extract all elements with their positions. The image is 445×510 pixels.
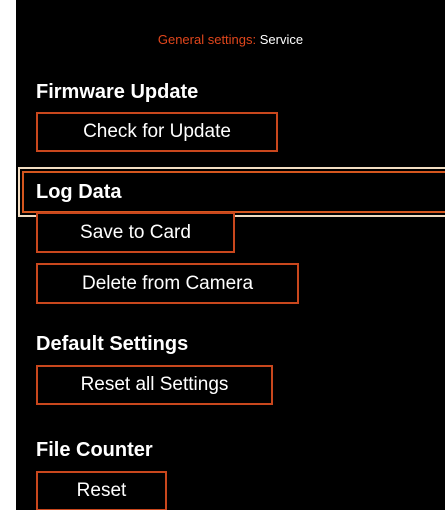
file-counter-heading: File Counter: [36, 439, 153, 461]
check-for-update-button[interactable]: Check for Update: [36, 112, 278, 152]
save-to-card-button[interactable]: Save to Card: [36, 212, 235, 253]
firmware-update-heading: Firmware Update: [36, 81, 199, 103]
delete-from-camera-button[interactable]: Delete from Camera: [36, 263, 299, 304]
reset-all-settings-button[interactable]: Reset all Settings: [36, 365, 273, 405]
breadcrumb: General settings:: [157, 32, 257, 47]
log-data-row-selected[interactable]: Log Data: [18, 167, 445, 217]
screen: General settings: Service Firmware Updat…: [0, 0, 445, 510]
page-title: Service: [259, 32, 304, 47]
page-header: General settings: Service: [16, 0, 445, 80]
default-settings-heading: Default Settings: [36, 333, 189, 355]
log-data-heading: Log Data: [36, 181, 122, 203]
reset-file-counter-button[interactable]: Reset: [36, 471, 167, 510]
